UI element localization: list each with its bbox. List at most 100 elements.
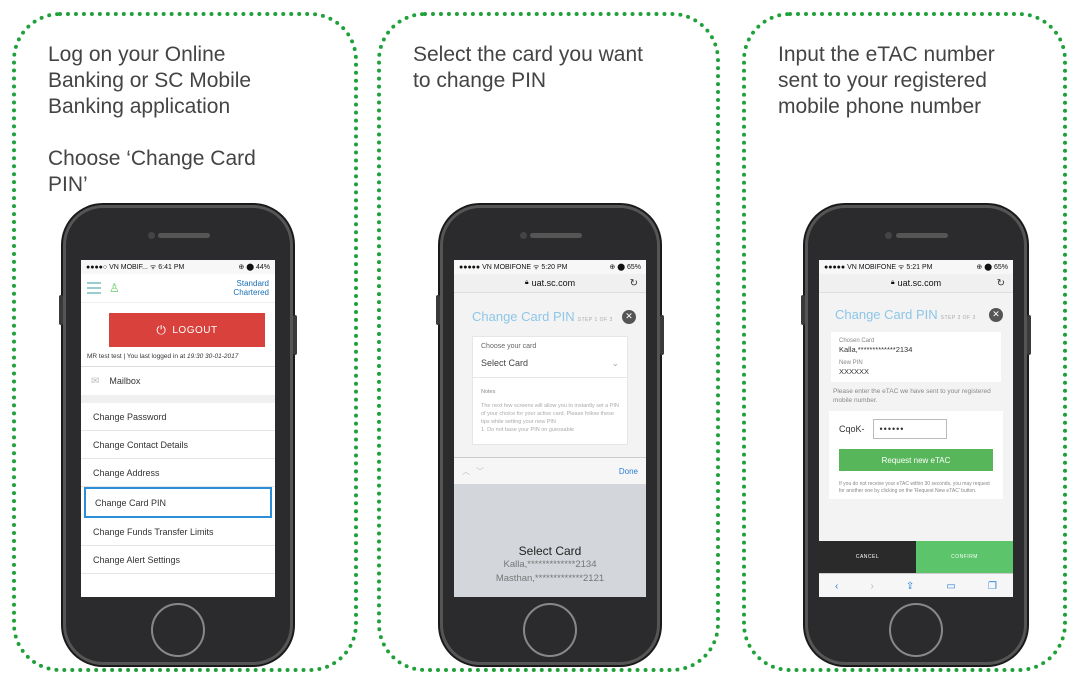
status-bar: ●●●●● VN MOBIFONE ᯤ 5:20 PM ⊕ ⬤ 65% bbox=[454, 260, 646, 274]
resend-note: If you do not receive your eTAC within 3… bbox=[839, 481, 990, 494]
mailbox-item[interactable]: ✉ Mailbox bbox=[81, 367, 275, 403]
status-right: ⊕ ⬤ 65% bbox=[976, 264, 1008, 271]
menu-item-change-address[interactable]: Change Address bbox=[81, 459, 275, 487]
select-card-value: Select Card bbox=[481, 358, 529, 368]
menu-item-change-alert-settings[interactable]: Change Alert Settings bbox=[81, 546, 275, 574]
etac-input[interactable]: •••••• bbox=[872, 419, 947, 439]
url-bar[interactable]: 🔒︎ uat.sc.com ↻ bbox=[819, 274, 1013, 293]
reload-icon[interactable]: ↻ bbox=[997, 278, 1005, 289]
status-bar: ●●●●● VN MOBIFONE ᯤ 5:21 PM ⊕ ⬤ 65% bbox=[819, 260, 1013, 274]
chosen-card-value: Kalla,*************2134 bbox=[839, 345, 913, 354]
camera-icon bbox=[520, 232, 527, 239]
speaker-grille bbox=[896, 233, 948, 238]
step-indicator: STEP 3 OF 3 bbox=[940, 315, 976, 321]
last-login-text: MR test test | You last logged in at bbox=[87, 353, 186, 360]
menu-item-change-funds-transfer-limits[interactable]: Change Funds Transfer Limits bbox=[81, 518, 275, 546]
choose-card-label: Choose your card bbox=[481, 343, 537, 350]
etac-row: CqoK- •••••• bbox=[829, 415, 1003, 443]
phone-2-screen: ●●●●● VN MOBIFONE ᯤ 5:20 PM ⊕ ⬤ 65% 🔒︎ u… bbox=[454, 260, 646, 597]
menu-icon[interactable] bbox=[87, 282, 101, 294]
mail-icon: ✉ bbox=[91, 375, 100, 387]
chevron-down-icon: ⌄ bbox=[611, 358, 619, 368]
summary-panel: Chosen Card Kalla,*************2134 New … bbox=[831, 332, 1001, 382]
keyboard-accessory-bar: ︿﹀ Done bbox=[454, 457, 646, 484]
home-button[interactable] bbox=[889, 603, 943, 657]
etac-prefix: CqoK- bbox=[839, 424, 865, 434]
page-title-text: Change Card PIN bbox=[835, 307, 938, 322]
brand-logo: Standard Chartered bbox=[233, 279, 269, 297]
logout-label: LOGOUT bbox=[172, 324, 218, 336]
bookmarks-icon[interactable]: ▭ bbox=[946, 581, 955, 592]
page-title-row: Change Card PIN STEP 1 OF 3 ✕ bbox=[454, 293, 646, 336]
forward-icon[interactable]: › bbox=[870, 581, 873, 592]
step-2-caption: Select the card you want to change PIN bbox=[413, 43, 643, 92]
menu-item-change-contact-details[interactable]: Change Contact Details bbox=[81, 431, 275, 459]
page-title-row: Change Card PIN STEP 3 OF 3 ✕ bbox=[819, 293, 1013, 332]
card-picker[interactable]: Select Card Kalla,*************2134 Mast… bbox=[454, 484, 646, 597]
power-button bbox=[660, 315, 664, 355]
camera-icon bbox=[885, 232, 892, 239]
volume-button bbox=[436, 295, 440, 325]
status-right: ⊕ ⬤ 44% bbox=[238, 264, 270, 271]
tabs-icon[interactable]: ❐ bbox=[988, 581, 997, 592]
action-bar: CANCEL CONFIRM bbox=[819, 541, 1013, 573]
volume-button bbox=[59, 295, 63, 325]
home-button[interactable] bbox=[151, 603, 205, 657]
card-select-panel: Choose your card Select Card ⌄ Notes The… bbox=[472, 336, 628, 445]
picker-option[interactable]: Kalla,*************2134 bbox=[454, 558, 646, 572]
step-3-caption: Input the eTAC number sent to your regis… bbox=[778, 43, 995, 118]
reload-icon[interactable]: ↻ bbox=[630, 278, 638, 289]
close-icon[interactable]: ✕ bbox=[622, 309, 636, 324]
page-title-text: Change Card PIN bbox=[472, 309, 575, 324]
new-pin-label: New PIN bbox=[839, 360, 863, 366]
menu-item-change-card-pin[interactable]: Change Card PIN bbox=[84, 487, 272, 518]
speaker-grille bbox=[530, 233, 582, 238]
notes-title: Notes bbox=[481, 389, 496, 395]
picker-option[interactable]: Masthan,*************2121 bbox=[454, 572, 646, 586]
brand-line-1: Standard bbox=[236, 279, 269, 288]
status-left: ●●●●● VN MOBIFONE ᯤ 5:20 PM bbox=[459, 263, 568, 271]
card-select-dropdown[interactable]: Select Card ⌄ bbox=[473, 352, 627, 378]
prev-next-arrows-icon[interactable]: ︿﹀ bbox=[462, 466, 490, 477]
cancel-button[interactable]: CANCEL bbox=[819, 541, 916, 573]
url-bar[interactable]: 🔒︎ uat.sc.com ↻ bbox=[454, 274, 646, 293]
volume-button bbox=[801, 295, 805, 325]
phone-3-screen: ●●●●● VN MOBIFONE ᯤ 5:21 PM ⊕ ⬤ 65% 🔒︎ u… bbox=[819, 260, 1013, 597]
page-title: Change Card PIN STEP 1 OF 3 bbox=[472, 309, 613, 324]
home-button[interactable] bbox=[523, 603, 577, 657]
page-title: Change Card PIN STEP 3 OF 3 bbox=[835, 307, 976, 322]
brand-line-2: Chartered bbox=[233, 288, 269, 297]
confirm-button[interactable]: CONFIRM bbox=[916, 541, 1013, 573]
power-icon: ⏻ bbox=[156, 322, 167, 337]
lock-icon: 🔒︎ bbox=[524, 279, 529, 286]
status-left: ●●●●○ VN MOBIF... ᯤ 6:41 PM bbox=[86, 263, 185, 271]
profile-icon[interactable]: ♙ bbox=[109, 281, 120, 295]
step-indicator: STEP 1 OF 3 bbox=[577, 317, 613, 323]
mailbox-label: Mailbox bbox=[109, 376, 141, 386]
app-header: ♙ Standard Chartered bbox=[81, 274, 275, 303]
power-button bbox=[1027, 315, 1031, 355]
status-left: ●●●●● VN MOBIFONE ᯤ 5:21 PM bbox=[824, 263, 933, 271]
etac-message: Please enter the eTAC we have sent to yo… bbox=[833, 388, 991, 404]
browser-toolbar: ‹ › ⇪ ▭ ❐ bbox=[819, 573, 1013, 597]
new-pin-value: XXXXXX bbox=[839, 367, 870, 376]
phone-1-screen: ●●●●○ VN MOBIF... ᯤ 6:41 PM ⊕ ⬤ 44% ♙ St… bbox=[81, 260, 275, 597]
back-icon[interactable]: ‹ bbox=[835, 581, 838, 592]
last-login-time: 19:30 30-01-2017 bbox=[186, 353, 239, 360]
url-text: uat.sc.com bbox=[897, 278, 942, 288]
logout-button[interactable]: ⏻ LOGOUT bbox=[109, 313, 265, 347]
status-bar: ●●●●○ VN MOBIF... ᯤ 6:41 PM ⊕ ⬤ 44% bbox=[81, 260, 275, 274]
phone-3: ●●●●● VN MOBIFONE ᯤ 5:21 PM ⊕ ⬤ 65% 🔒︎ u… bbox=[801, 205, 1031, 665]
share-icon[interactable]: ⇪ bbox=[906, 581, 914, 592]
close-icon[interactable]: ✕ bbox=[989, 307, 1003, 322]
etac-panel: CqoK- •••••• Request new eTAC If you do … bbox=[829, 411, 1003, 499]
lock-icon: 🔒︎ bbox=[890, 279, 895, 286]
status-right: ⊕ ⬤ 65% bbox=[609, 264, 641, 271]
url-text: uat.sc.com bbox=[531, 278, 576, 288]
power-button bbox=[293, 315, 297, 355]
done-button[interactable]: Done bbox=[619, 467, 638, 476]
step-1-caption: Log on your Online Banking or SC Mobile … bbox=[48, 43, 256, 196]
speaker-grille bbox=[158, 233, 210, 238]
request-etac-button[interactable]: Request new eTAC bbox=[839, 449, 993, 471]
menu-item-change-password[interactable]: Change Password bbox=[81, 403, 275, 431]
